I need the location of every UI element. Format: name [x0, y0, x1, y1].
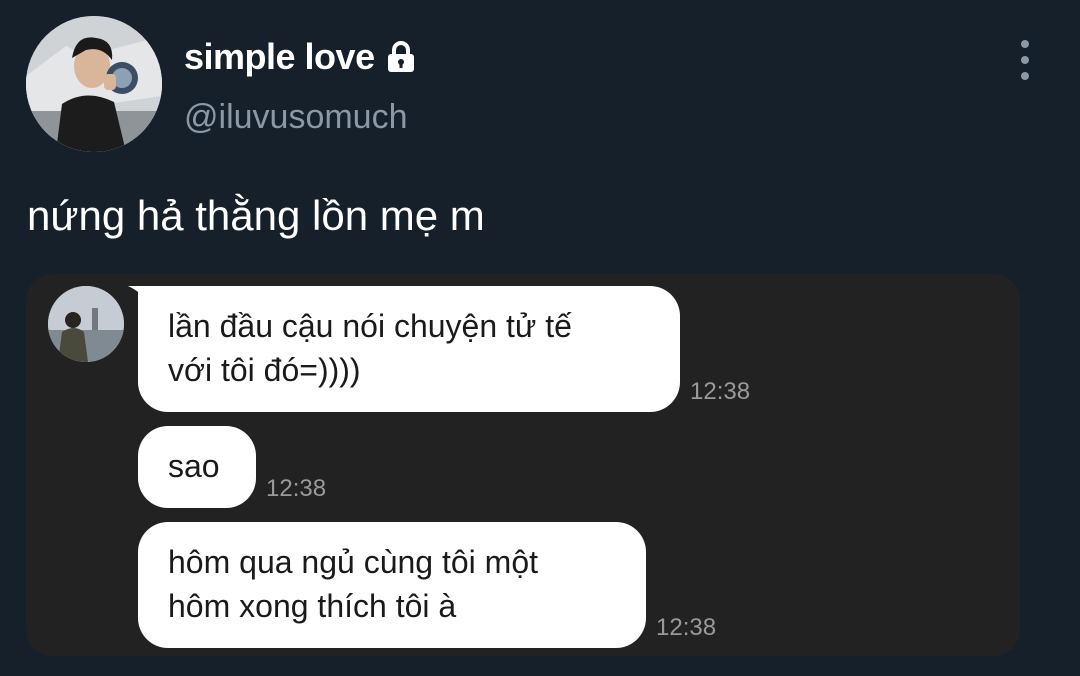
tweet-text: nứng hả thằng lồn mẹ m	[27, 192, 485, 239]
tweet-view: simple love @iluvusomuch nứng hả thằng l…	[0, 0, 1080, 676]
chat-timestamp: 12:38	[266, 475, 327, 502]
more-vertical-icon[interactable]	[1010, 40, 1040, 80]
chat-message-line: với tôi đó=))))	[168, 352, 361, 388]
tweet-image[interactable]: lần đầu cậu nói chuyện tử tế với tôi đó=…	[26, 274, 1020, 656]
chat-bubble: lần đầu cậu nói chuyện tử tế với tôi đó=…	[138, 286, 680, 412]
profile-photo	[26, 16, 162, 152]
chat-bubble: hôm qua ngủ cùng tôi một hôm xong thích …	[138, 522, 646, 648]
chat-avatar-photo	[48, 286, 124, 362]
chat-message-line: lần đầu cậu nói chuyện tử tế	[168, 308, 572, 344]
chat-avatar	[48, 286, 124, 362]
chat-timestamp: 12:38	[656, 614, 717, 641]
user-handle[interactable]: @iluvusomuch	[184, 96, 408, 138]
chat-timestamp: 12:38	[690, 378, 751, 405]
dot-icon	[1021, 56, 1029, 64]
display-name-text[interactable]: simple love	[184, 36, 375, 78]
profile-avatar[interactable]	[26, 16, 162, 152]
dot-icon	[1021, 72, 1029, 80]
chat-bubble: sao	[138, 426, 256, 508]
dot-icon	[1021, 40, 1029, 48]
display-name[interactable]: simple love	[184, 36, 419, 78]
chat-message-line: hôm qua ngủ cùng tôi một	[168, 544, 539, 580]
lock-icon	[383, 39, 419, 75]
chat-message-line: sao	[168, 448, 220, 484]
chat-message-line: hôm xong thích tôi à	[168, 588, 457, 624]
